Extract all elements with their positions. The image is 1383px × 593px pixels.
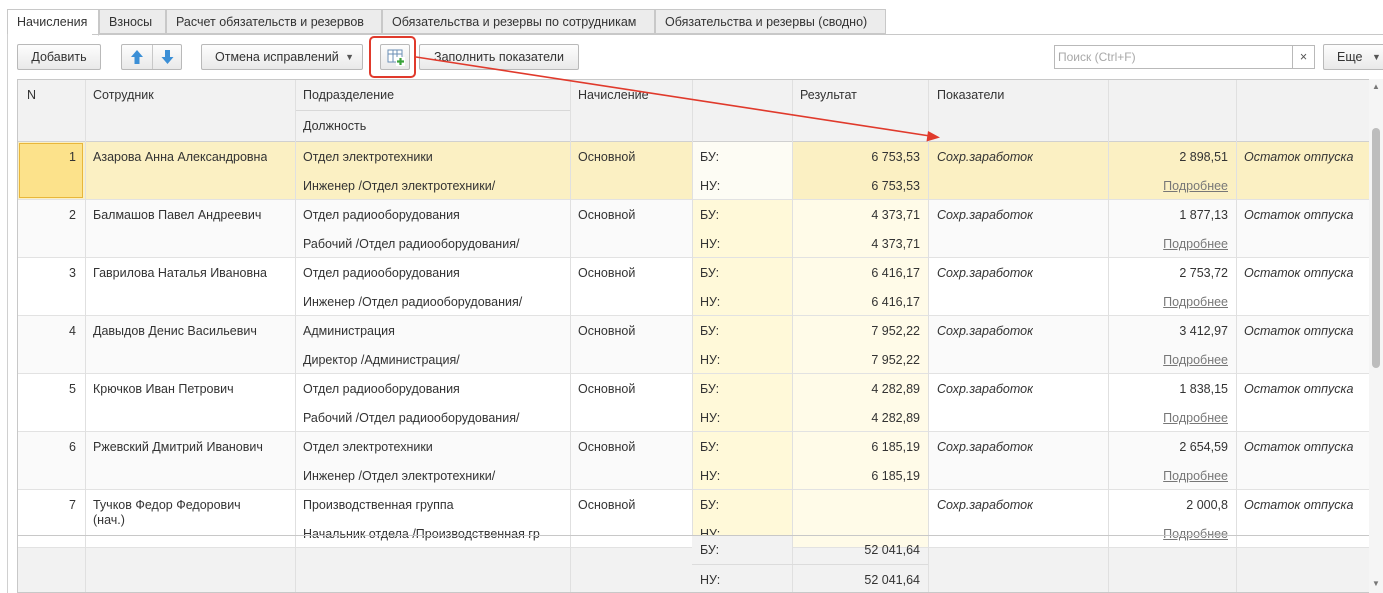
annotation-arrow: [415, 56, 940, 142]
